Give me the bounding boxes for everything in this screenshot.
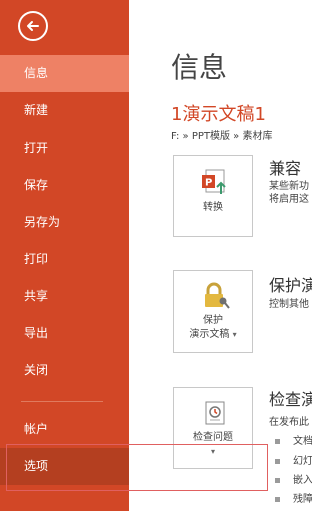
nav-item-save-as[interactable]: 另存为 [0,204,129,241]
inspect-title: 检查演 [269,390,312,409]
nav-item-open[interactable]: 打开 [0,130,129,167]
nav-item-share[interactable]: 共享 [0,278,129,315]
bullet-marker [275,497,280,502]
protect-button-label-line-2: 演示文稿 ▾ [189,329,237,340]
document-path[interactable]: F: » PPT模版 » 素材库 [171,127,272,142]
document-checklist-icon [205,401,225,425]
convert-button-label: 转换 [203,202,223,213]
inspect-bullet-item: 嵌入 [293,475,312,486]
protect-button-label-line-1: 保护 [203,315,223,326]
lock-key-icon [205,282,230,309]
compatibility-desc-line-1: 某些新功 [269,181,309,192]
back-button[interactable] [18,11,48,41]
chevron-down-icon: ▾ [232,330,237,339]
nav-item-options[interactable]: 选项 [0,448,129,485]
inspect-bullet-item: 文档 [293,436,312,447]
nav-divider [21,401,103,402]
nav-item-export[interactable]: 导出 [0,315,129,352]
protect-desc-line-1: 控制其他 [269,299,309,310]
bullet-marker [275,459,280,464]
protect-presentation-button[interactable]: 保护 演示文稿 ▾ [173,270,253,353]
svg-text:P: P [205,178,212,189]
inspect-desc-line-1: 在发布此 [269,417,309,428]
nav-item-save[interactable]: 保存 [0,167,129,204]
powerpoint-convert-icon: P [202,169,226,194]
protect-title: 保护演 [269,276,312,295]
bullet-marker [275,439,280,444]
inspect-bullet-item: 幻灯 [293,456,312,467]
nav-item-info[interactable]: 信息 [0,55,129,92]
compatibility-desc-line-2: 将启用这 [269,194,309,205]
backstage-sidebar: 信息 新建 打开 保存 另存为 打印 共享 导出 关闭 帐户 选项 [0,0,129,511]
back-arrow-icon [27,21,39,31]
compatibility-title: 兼容 [269,159,302,178]
inspect-bullet-item: 残障 [293,494,312,505]
nav-item-print[interactable]: 打印 [0,241,129,278]
chevron-down-icon: ▾ [210,447,215,456]
page-title: 信息 [171,51,228,84]
info-panel: 信息 1演示文稿1 F: » PPT模版 » 素材库 P 转换 兼容 某些新功 … [129,0,312,511]
convert-button[interactable]: P 转换 [173,155,253,237]
check-issues-button-label: 检查问题 [193,432,233,443]
nav-item-account[interactable]: 帐户 [0,411,129,448]
bullet-marker [275,478,280,483]
document-name: 1演示文稿1 [171,104,266,125]
nav-item-new[interactable]: 新建 [0,92,129,129]
nav-item-close[interactable]: 关闭 [0,352,129,389]
check-for-issues-button[interactable]: 检查问题 ▾ [173,387,253,469]
